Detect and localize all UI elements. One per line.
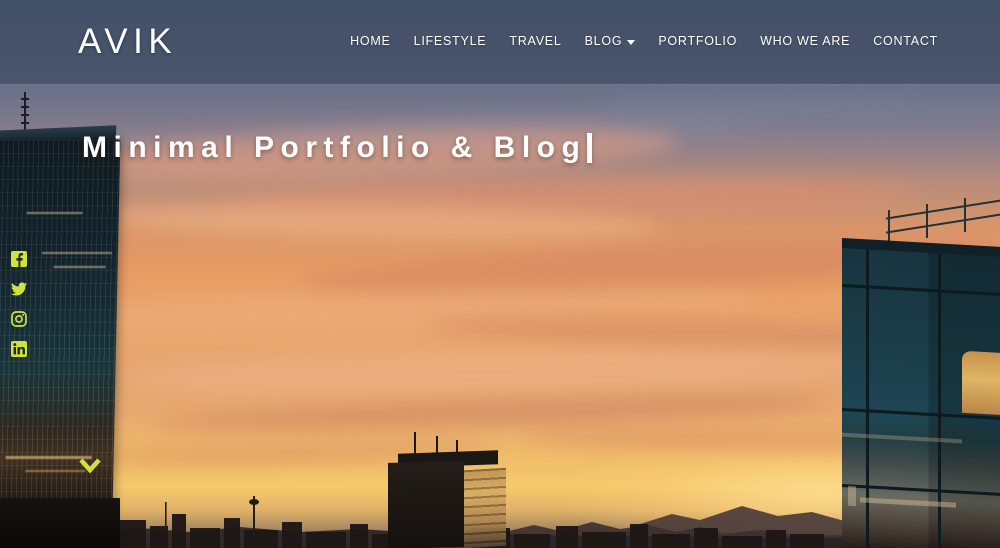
site-logo[interactable]: AVIK: [78, 21, 177, 63]
nav-item-contact[interactable]: CONTACT: [873, 34, 938, 48]
facebook-icon: [11, 251, 27, 267]
left-tower-base: [0, 498, 120, 548]
chevron-down-icon: [627, 39, 636, 45]
mid-tower-mast: [456, 440, 458, 454]
mid-tower-mast: [414, 432, 416, 454]
chevron-down-icon: [79, 458, 101, 474]
scroll-down-button[interactable]: [78, 455, 102, 477]
nav-item-lifestyle[interactable]: LIFESTYLE: [414, 34, 487, 48]
page-root: AVIK HOME LIFESTYLE TRAVEL BLOG PORTFOLI…: [0, 0, 1000, 548]
nav-label: CONTACT: [873, 34, 938, 48]
nav-label: TRAVEL: [509, 34, 562, 48]
nav-label: HOME: [350, 34, 391, 48]
nav-item-blog[interactable]: BLOG: [585, 34, 636, 48]
nav-label: LIFESTYLE: [413, 34, 487, 48]
nav-label: PORTFOLIO: [658, 34, 738, 48]
nav-item-who-we-are[interactable]: WHO WE ARE: [760, 34, 850, 48]
nav-label: WHO WE ARE: [760, 34, 851, 48]
linkedin-icon: [11, 341, 27, 357]
nav-item-home[interactable]: HOME: [350, 34, 391, 48]
instagram-icon: [11, 311, 27, 327]
social-link-twitter[interactable]: [11, 281, 27, 297]
social-link-instagram[interactable]: [11, 311, 27, 327]
main-navigation: HOME LIFESTYLE TRAVEL BLOG PORTFOLIO WHO…: [350, 34, 938, 48]
hero-headline: Minimal Portfolio & Blog: [82, 128, 593, 168]
social-links-rail: [11, 251, 27, 357]
hero-headline-text: Minimal Portfolio & Blog: [82, 131, 587, 164]
mid-tower-mast: [436, 436, 438, 454]
nav-label: BLOG: [584, 34, 623, 48]
nav-item-portfolio[interactable]: PORTFOLIO: [658, 34, 737, 48]
social-link-linkedin[interactable]: [11, 341, 27, 357]
mid-tower-body: [388, 461, 464, 548]
glass-reflection: [848, 485, 856, 507]
typing-cursor: [587, 133, 593, 163]
twitter-icon: [11, 282, 27, 296]
social-link-facebook[interactable]: [11, 251, 27, 267]
nav-item-travel[interactable]: TRAVEL: [509, 34, 561, 48]
site-header: AVIK HOME LIFESTYLE TRAVEL BLOG PORTFOLI…: [0, 0, 1000, 85]
reflective-window-panel: [962, 350, 1000, 416]
